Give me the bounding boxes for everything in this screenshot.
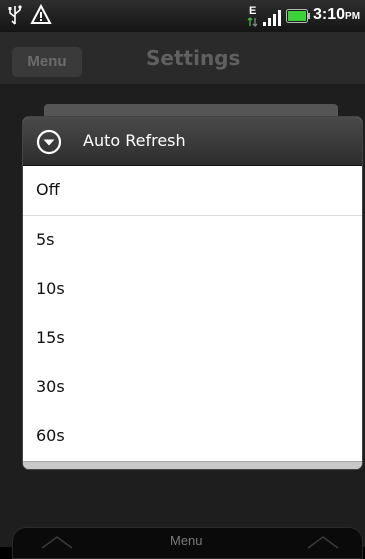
option-off[interactable]: Off xyxy=(23,166,362,216)
option-5s[interactable]: 5s xyxy=(23,216,362,266)
option-30s[interactable]: 30s xyxy=(23,363,362,413)
option-label: 5s xyxy=(36,230,55,249)
usb-icon xyxy=(8,5,22,25)
auto-refresh-dialog: Auto Refresh Off 5s 10s 15s 30s 60s xyxy=(23,117,362,469)
dialog-title: Auto Refresh xyxy=(83,131,186,150)
svg-text:E: E xyxy=(249,5,256,17)
option-10s[interactable]: 10s xyxy=(23,265,362,315)
option-label: 60s xyxy=(36,426,65,445)
option-label: 30s xyxy=(36,377,65,396)
option-label: 15s xyxy=(36,328,65,347)
bottom-menu-label[interactable]: Menu xyxy=(170,533,203,548)
dialog-footer xyxy=(23,461,362,469)
option-label: 10s xyxy=(36,279,65,298)
option-15s[interactable]: 15s xyxy=(23,314,362,364)
signal-icon xyxy=(263,10,281,26)
warning-icon xyxy=(30,4,52,24)
dialog-header: Auto Refresh xyxy=(23,117,362,166)
option-60s[interactable]: 60s xyxy=(23,412,362,461)
edge-network-icon: E xyxy=(247,5,258,27)
clock: 3:10PM xyxy=(313,6,361,23)
option-label: Off xyxy=(36,180,60,199)
menu-button[interactable]: Menu xyxy=(12,47,82,77)
battery-icon xyxy=(286,9,310,23)
dropdown-circle-icon xyxy=(36,129,62,155)
page-title: Settings xyxy=(146,46,241,70)
status-bar: E 3:10PM xyxy=(0,0,365,32)
